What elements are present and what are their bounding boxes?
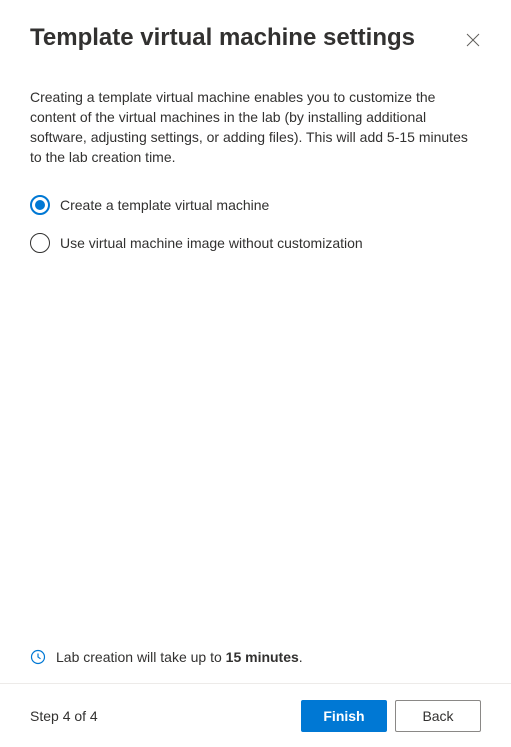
info-message: Lab creation will take up to 15 minutes.	[30, 649, 481, 665]
panel-description: Creating a template virtual machine enab…	[30, 87, 481, 167]
option-label: Create a template virtual machine	[60, 197, 269, 213]
option-label: Use virtual machine image without custom…	[60, 235, 363, 251]
option-use-image[interactable]: Use virtual machine image without custom…	[30, 233, 481, 253]
info-suffix: .	[299, 649, 303, 665]
info-bold: 15 minutes	[226, 649, 299, 665]
panel-footer: Step 4 of 4 Finish Back	[0, 683, 511, 747]
close-icon	[466, 33, 480, 47]
back-button[interactable]: Back	[395, 700, 481, 732]
info-prefix: Lab creation will take up to	[56, 649, 226, 665]
panel-body: Creating a template virtual machine enab…	[0, 53, 511, 683]
clock-icon	[30, 649, 46, 665]
info-text: Lab creation will take up to 15 minutes.	[56, 649, 303, 665]
panel-header: Template virtual machine settings	[0, 0, 511, 53]
radio-unselected-icon	[30, 233, 50, 253]
template-option-group: Create a template virtual machine Use vi…	[30, 195, 481, 253]
finish-button[interactable]: Finish	[301, 700, 387, 732]
settings-panel: Template virtual machine settings Creati…	[0, 0, 511, 747]
step-indicator: Step 4 of 4	[30, 708, 98, 724]
panel-title: Template virtual machine settings	[30, 24, 415, 53]
close-button[interactable]	[463, 30, 483, 50]
radio-selected-icon	[30, 195, 50, 215]
option-create-template[interactable]: Create a template virtual machine	[30, 195, 481, 215]
